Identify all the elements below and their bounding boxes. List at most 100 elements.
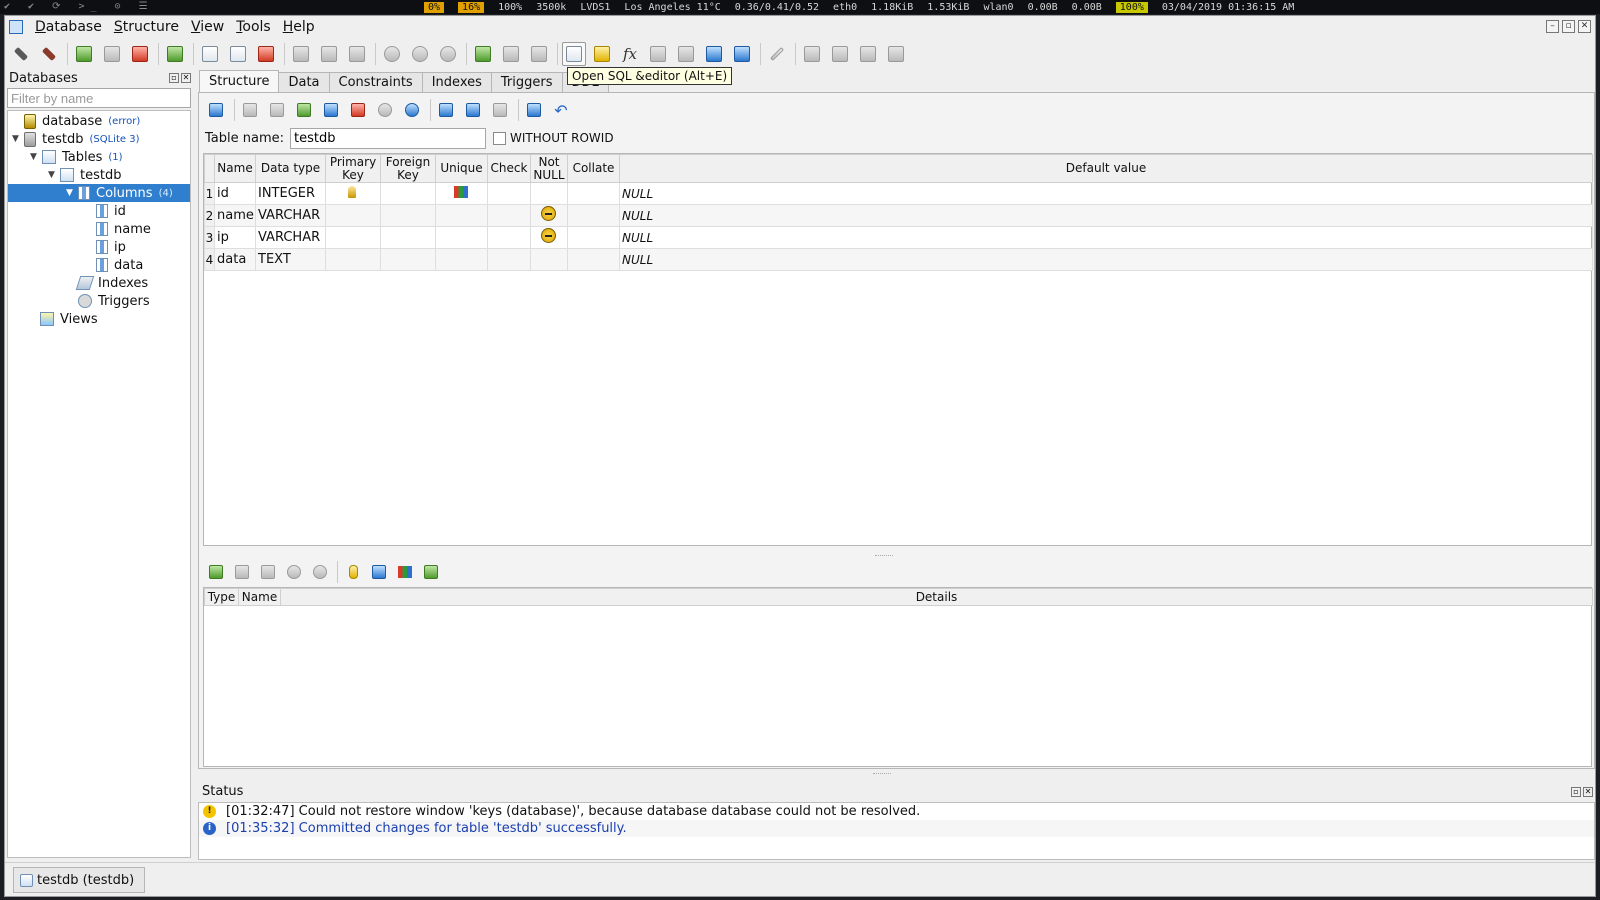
tab-triggers[interactable]: Triggers (490, 72, 563, 92)
delete-column-button[interactable] (347, 99, 369, 121)
cell-default-value[interactable]: NULL (619, 226, 1593, 249)
import-table-button[interactable] (435, 99, 457, 121)
edit-database-button[interactable] (100, 42, 124, 66)
tree-item-column-id[interactable]: id (96, 202, 126, 220)
cell-not-null[interactable] (530, 204, 568, 227)
edit-index-button[interactable] (317, 42, 341, 66)
menu-view[interactable]: View (185, 19, 230, 35)
tab-indexes[interactable]: Indexes (421, 72, 492, 92)
status-message-warning[interactable]: ! [01:32:47] Could not restore window 'k… (199, 803, 1594, 820)
cell-name[interactable]: data (214, 248, 256, 271)
open-collations-editor-button[interactable] (646, 42, 670, 66)
header-check[interactable]: Check (487, 154, 531, 183)
workspace-icons[interactable]: ✔ ✔ ⟳ >_ ⊙ ☰ (4, 1, 154, 12)
float-panel-icon[interactable]: ▫ (169, 73, 179, 83)
close-panel-icon[interactable]: ✕ (181, 73, 191, 83)
add-primary-key-button[interactable] (342, 561, 364, 583)
cell-default-value[interactable]: NULL (619, 182, 1593, 205)
create-index-button[interactable] (289, 42, 313, 66)
table-row[interactable]: 2 name VARCHAR NULL (204, 204, 1593, 227)
status-message-info[interactable]: i [01:35:32] Committed changes for table… (199, 820, 1594, 837)
row-number[interactable]: 3 (204, 226, 215, 249)
menu-tools[interactable]: Tools (230, 19, 277, 35)
export-table-button[interactable] (462, 99, 484, 121)
cell-check[interactable] (487, 182, 531, 205)
tab-constraints[interactable]: Constraints (328, 72, 423, 92)
config-button[interactable] (765, 42, 789, 66)
edit-table-button[interactable] (226, 42, 250, 66)
restore-icon[interactable]: ▫ (1562, 20, 1575, 33)
edit-constraint-button[interactable] (231, 561, 253, 583)
splitter-handle[interactable] (873, 773, 891, 776)
header-name[interactable]: Name (214, 154, 256, 183)
add-foreign-key-button[interactable] (368, 561, 390, 583)
row-number[interactable]: 2 (204, 204, 215, 227)
cell-collate[interactable] (567, 248, 620, 271)
cell-check[interactable] (487, 204, 531, 227)
create-table-button[interactable] (198, 42, 222, 66)
drop-index-button[interactable] (345, 42, 369, 66)
header-default-value[interactable]: Default value (619, 154, 1593, 183)
populate-table-button[interactable] (489, 99, 511, 121)
create-view-button[interactable] (471, 42, 495, 66)
table-row[interactable]: 1 id INTEGER NULL (204, 182, 1593, 205)
add-check-button[interactable] (420, 561, 442, 583)
cell-default-value[interactable]: NULL (619, 204, 1593, 227)
row-number[interactable]: 1 (204, 182, 215, 205)
cell-primary-key[interactable] (325, 226, 381, 249)
tab-structure[interactable]: Structure (199, 70, 280, 92)
commit-structure-button[interactable] (239, 99, 261, 121)
cell-primary-key[interactable] (325, 204, 381, 227)
cell-name[interactable]: id (214, 182, 256, 205)
cell-collate[interactable] (567, 204, 620, 227)
tile-windows-button[interactable] (800, 42, 824, 66)
cell-check[interactable] (487, 248, 531, 271)
cell-foreign-key[interactable] (380, 248, 436, 271)
header-data-type[interactable]: Data type (255, 154, 326, 183)
close-panel-icon[interactable]: ✕ (1583, 787, 1593, 797)
tree-item-triggers[interactable]: Triggers (78, 292, 150, 310)
cell-not-null[interactable] (530, 226, 568, 249)
add-constraint-button[interactable] (205, 561, 227, 583)
tree-item-testdb[interactable]: ▼ testdb (SQLite 3) (12, 130, 139, 148)
header-details[interactable]: Details (280, 588, 1593, 606)
move-column-up-button[interactable] (374, 99, 396, 121)
tree-item-columns[interactable]: ▼ Columns (4) (8, 184, 190, 202)
tree-item-column-name[interactable]: name (96, 220, 151, 238)
cell-unique[interactable] (435, 204, 488, 227)
move-column-down-button[interactable] (401, 99, 423, 121)
cell-data-type[interactable]: VARCHAR (255, 226, 326, 249)
edit-view-button[interactable] (499, 42, 523, 66)
expand-arrow-icon[interactable]: ▼ (12, 134, 22, 144)
row-number[interactable]: 4 (204, 248, 215, 271)
cascade-windows-button[interactable] (884, 42, 908, 66)
cell-foreign-key[interactable] (380, 204, 436, 227)
cell-name[interactable]: name (214, 204, 256, 227)
create-similar-table-button[interactable] (523, 99, 545, 121)
open-extensions-button[interactable] (674, 42, 698, 66)
import-button[interactable] (702, 42, 726, 66)
minimize-icon[interactable]: – (1546, 20, 1559, 33)
tile-vertical-button[interactable] (856, 42, 880, 66)
edit-column-button[interactable] (320, 99, 342, 121)
header-primary-key[interactable]: Primary Key (325, 154, 381, 183)
expand-arrow-icon[interactable]: ▼ (66, 188, 76, 198)
reset-autoincrement-button[interactable]: ↶ (550, 99, 572, 121)
tree-item-indexes[interactable]: Indexes (75, 274, 148, 292)
tree-item-views[interactable]: Views (40, 310, 98, 328)
header-foreign-key[interactable]: Foreign Key (380, 154, 436, 183)
add-unique-button[interactable] (394, 561, 416, 583)
edit-trigger-button[interactable] (408, 42, 432, 66)
refresh-structure-button[interactable] (205, 99, 227, 121)
connect-db-button[interactable] (9, 42, 33, 66)
menu-structure[interactable]: Structure (108, 19, 185, 35)
header-unique[interactable]: Unique (435, 154, 488, 183)
export-button[interactable] (730, 42, 754, 66)
refresh-button[interactable] (163, 42, 187, 66)
drop-trigger-button[interactable] (436, 42, 460, 66)
expand-arrow-icon[interactable]: ▼ (30, 152, 40, 162)
open-functions-editor-button[interactable]: fx (618, 42, 642, 66)
move-constraint-up-button[interactable] (283, 561, 305, 583)
open-sql-editor-button[interactable] (562, 42, 586, 66)
close-icon[interactable]: ✕ (1578, 20, 1591, 33)
